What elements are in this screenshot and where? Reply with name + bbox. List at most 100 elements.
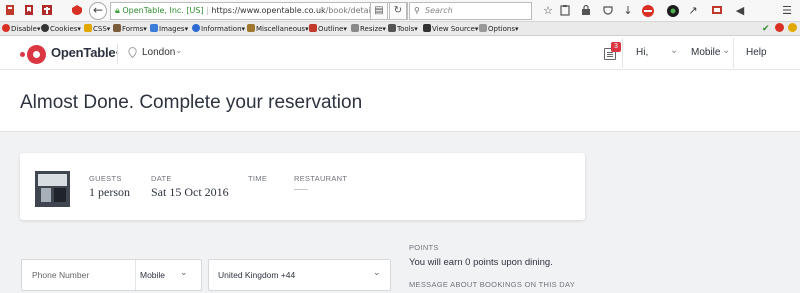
points-text: You will earn 0 points upon dining. bbox=[409, 257, 553, 268]
home-shield-icon[interactable] bbox=[70, 4, 84, 18]
bookmark-icon[interactable] bbox=[22, 4, 36, 18]
search-input[interactable]: ⚲ Search bbox=[409, 2, 532, 20]
phone-number-input[interactable] bbox=[22, 260, 135, 290]
message-label: MESSAGE ABOUT BOOKINGS ON THIS DAY bbox=[409, 280, 576, 289]
country-code-value: United Kingdom +44 bbox=[218, 270, 296, 280]
dev-menu-cookies[interactable]: Cookies▾ bbox=[41, 22, 81, 36]
dev-menu-label: Options▾ bbox=[488, 25, 519, 33]
wrench-icon[interactable]: ↗ bbox=[686, 4, 700, 18]
guests-label: GUESTS bbox=[89, 174, 122, 183]
cookie-icon bbox=[41, 24, 49, 32]
dev-menu-resize[interactable]: Resize▾ bbox=[351, 22, 386, 36]
dev-menu-label: Cookies▾ bbox=[50, 25, 81, 33]
phone-type-value: Mobile bbox=[140, 270, 166, 280]
account-menu-label: Mobile bbox=[691, 47, 721, 58]
restaurant-thumbnail bbox=[35, 171, 70, 207]
dev-menu-label: Tools▾ bbox=[397, 25, 418, 33]
css-icon bbox=[84, 24, 92, 32]
restaurant-value-placeholder bbox=[294, 189, 308, 190]
logo-ring-icon bbox=[27, 45, 46, 64]
site-header: OpenTable· London ⌄ 3 Hi, ⌄ Mobile ⌄ Hel… bbox=[0, 36, 800, 70]
web-developer-toolbar: Disable▾ Cookies▾ CSS▾ Forms▾ Images▾ In… bbox=[0, 22, 800, 36]
dev-menu-forms[interactable]: Forms▾ bbox=[113, 22, 147, 36]
location-label: London bbox=[142, 47, 176, 58]
dev-menu-information[interactable]: Information▾ bbox=[192, 22, 245, 36]
dev-menu-label: View Source▾ bbox=[432, 25, 479, 33]
bookmark-star-icon[interactable]: ☆ bbox=[541, 4, 555, 18]
reload-button[interactable]: ↻ bbox=[389, 2, 407, 20]
forms-icon bbox=[113, 24, 121, 32]
header-divider bbox=[733, 38, 734, 68]
dev-menu-images[interactable]: Images▾ bbox=[150, 22, 188, 36]
dev-menu-label: Resize▾ bbox=[360, 25, 386, 33]
date-value: Sat 15 Oct 2016 bbox=[151, 185, 229, 199]
logo-text: OpenTable· bbox=[51, 45, 120, 60]
dev-menu-disable[interactable]: Disable▾ bbox=[2, 22, 40, 36]
validation-warning-icon[interactable] bbox=[788, 22, 798, 36]
images-icon bbox=[150, 24, 158, 32]
dev-menu-label: Outline▾ bbox=[318, 25, 347, 33]
bookmark-red-icon[interactable] bbox=[3, 4, 17, 18]
chevron-down-icon[interactable]: ⌄ bbox=[670, 45, 678, 56]
validation-ok-icon[interactable]: ✔ bbox=[762, 22, 770, 36]
time-label: TIME bbox=[248, 174, 268, 183]
reader-view-button[interactable]: ▤ bbox=[370, 2, 388, 20]
extension-red-icon[interactable] bbox=[710, 4, 724, 18]
extension-globe-icon[interactable] bbox=[666, 4, 680, 18]
lock-icon: 🔒︎ bbox=[115, 6, 120, 16]
resize-icon bbox=[351, 24, 359, 32]
dev-menu-label: Miscellaneous▾ bbox=[256, 25, 309, 33]
location-pin-icon bbox=[128, 47, 137, 58]
view-source-icon bbox=[423, 24, 431, 32]
dev-menu-view-source[interactable]: View Source▾ bbox=[423, 22, 478, 36]
clipboard-icon[interactable] bbox=[558, 4, 572, 18]
phone-number-group: Mobile ⌄ bbox=[21, 259, 202, 291]
dev-menu-outline[interactable]: Outline▾ bbox=[309, 22, 347, 36]
dev-menu-miscellaneous[interactable]: Miscellaneous▾ bbox=[247, 22, 309, 36]
outline-icon bbox=[309, 24, 317, 32]
hamburger-menu-icon[interactable]: ☰ bbox=[780, 4, 794, 18]
header-divider bbox=[117, 44, 118, 64]
options-icon bbox=[479, 24, 487, 32]
dev-menu-label: CSS▾ bbox=[93, 25, 111, 33]
url-bar[interactable]: 🔒︎ OpenTable, Inc. [US] | https://www.op… bbox=[110, 2, 408, 20]
lock-toolbar-icon[interactable] bbox=[579, 4, 593, 18]
adblock-icon[interactable] bbox=[641, 4, 655, 18]
url-host: https://www.opentable.co.uk bbox=[211, 6, 326, 15]
sidebar-toggle-icon[interactable]: ◀ bbox=[733, 4, 747, 18]
chevron-down-icon: ⌄ bbox=[373, 268, 381, 278]
site-identity[interactable]: OpenTable, Inc. [US] bbox=[122, 6, 203, 15]
validation-error-icon[interactable] bbox=[775, 22, 785, 36]
dev-menu-css[interactable]: CSS▾ bbox=[84, 22, 110, 36]
logo-dot-icon bbox=[20, 52, 25, 57]
help-link[interactable]: Help bbox=[746, 47, 767, 58]
search-placeholder: Search bbox=[425, 6, 453, 15]
reload-icon: ↻ bbox=[393, 5, 403, 16]
points-label: POINTS bbox=[409, 243, 439, 252]
country-code-select[interactable]: United Kingdom +44 ⌄ bbox=[208, 259, 391, 291]
dev-menu-label: Information▾ bbox=[201, 25, 246, 33]
disable-icon bbox=[2, 24, 10, 32]
dev-menu-tools[interactable]: Tools▾ bbox=[388, 22, 418, 36]
download-icon[interactable]: ↓ bbox=[621, 4, 635, 18]
field-divider bbox=[135, 260, 136, 290]
back-arrow-icon: ← bbox=[92, 3, 104, 17]
guests-value: 1 person bbox=[89, 185, 130, 199]
chevron-down-icon: ⌄ bbox=[722, 45, 731, 56]
chevron-down-icon: ⌄ bbox=[180, 268, 188, 278]
dev-menu-label: Disable▾ bbox=[11, 25, 41, 33]
back-button[interactable]: ← bbox=[89, 2, 107, 20]
date-label: DATE bbox=[151, 174, 172, 183]
dev-menu-options[interactable]: Options▾ bbox=[479, 22, 519, 36]
notification-badge: 3 bbox=[611, 42, 621, 52]
greeting-text: Hi, bbox=[636, 47, 649, 58]
pocket-icon[interactable] bbox=[601, 4, 615, 18]
miscellaneous-icon bbox=[247, 24, 255, 32]
dev-menu-label: Forms▾ bbox=[122, 25, 147, 33]
restaurant-label: RESTAURANT bbox=[294, 174, 348, 183]
dev-menu-label: Images▾ bbox=[159, 25, 189, 33]
browser-nav-bar: ← 🔒︎ OpenTable, Inc. [US] | https://www.… bbox=[0, 0, 800, 22]
tumblr-icon[interactable] bbox=[40, 4, 54, 18]
page-title: Almost Done. Complete your reservation bbox=[20, 92, 363, 113]
reservation-summary-card: GUESTS 1 person DATE Sat 15 Oct 2016 TIM… bbox=[20, 153, 585, 220]
